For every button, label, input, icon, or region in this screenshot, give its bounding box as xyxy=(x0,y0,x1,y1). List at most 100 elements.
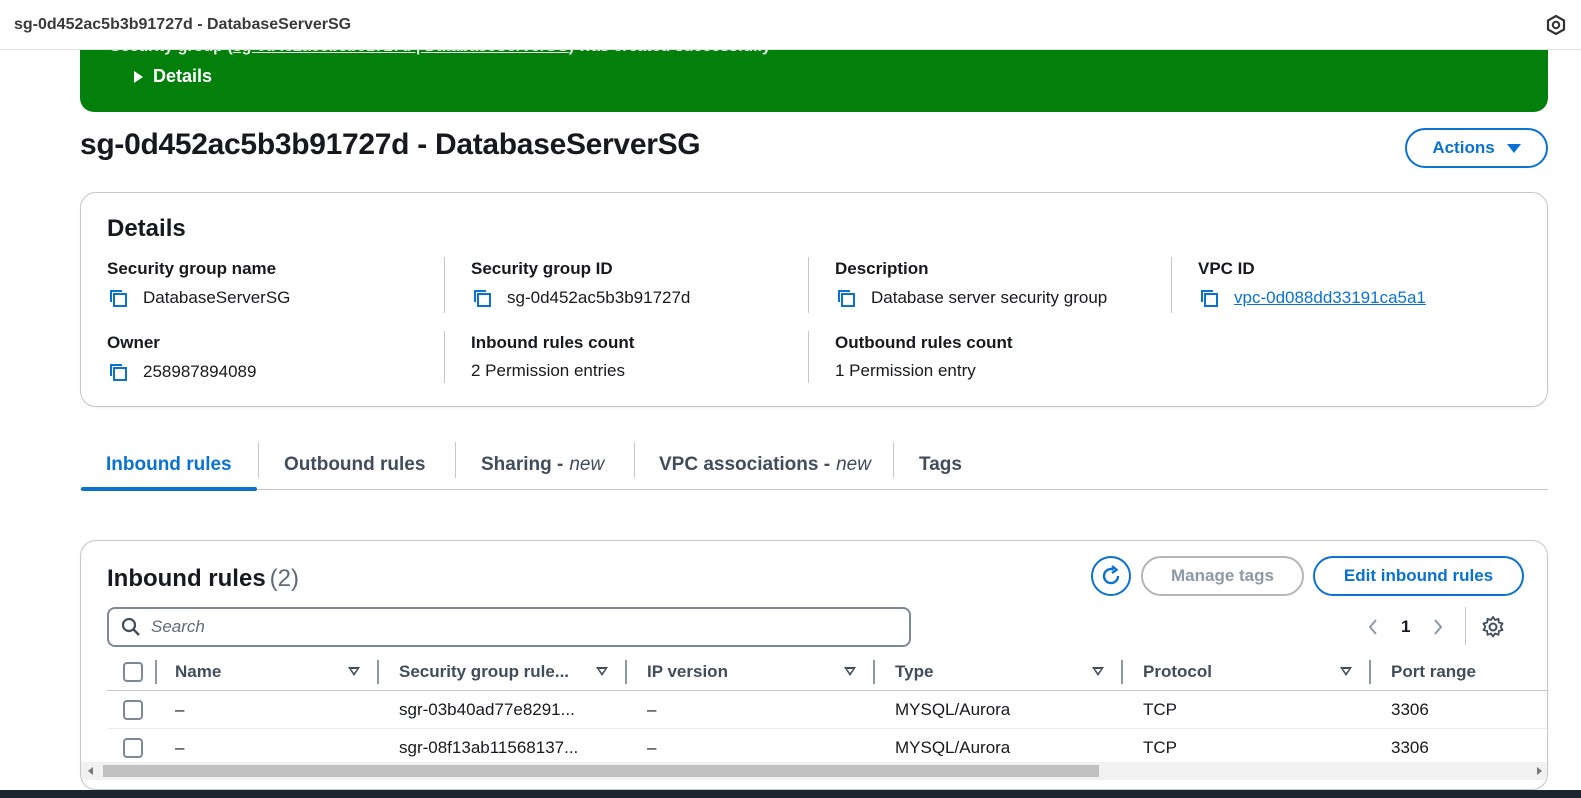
chevron-left-icon[interactable] xyxy=(1367,618,1379,636)
tab-divider xyxy=(455,442,456,478)
window-titlebar: sg-0d452ac5b3b91727d - DatabaseServerSG xyxy=(0,0,1581,50)
horizontal-scrollbar[interactable] xyxy=(81,762,1547,780)
scroll-left-icon[interactable] xyxy=(88,767,93,775)
owner-field: Owner 258987894089 xyxy=(107,333,256,383)
cell-ip-version: – xyxy=(647,700,657,719)
outbound-count-value: 1 Permission entry xyxy=(835,361,976,380)
copy-icon[interactable] xyxy=(1198,287,1220,309)
tab-vpc-associations[interactable]: VPC associations - new xyxy=(659,440,871,489)
cell-name: – xyxy=(175,700,185,719)
column-resizer[interactable] xyxy=(1369,660,1371,684)
tab-label: Inbound rules xyxy=(106,453,232,475)
tab-sharing[interactable]: Sharing - new xyxy=(481,440,604,489)
row-checkbox[interactable] xyxy=(123,700,143,720)
column-resizer[interactable] xyxy=(625,660,627,684)
manage-tags-button[interactable]: Manage tags xyxy=(1141,556,1304,596)
cell-port-range: 3306 xyxy=(1391,700,1429,719)
description-field: Description Database server security gro… xyxy=(835,259,1107,309)
tab-divider xyxy=(258,442,259,478)
tab-label: VPC associations - xyxy=(659,453,831,475)
chevron-right-icon[interactable] xyxy=(1432,618,1444,636)
column-header-port-range[interactable]: Port range xyxy=(1391,653,1476,691)
details-panel: Details Security group name DatabaseServ… xyxy=(80,192,1548,407)
page-title: sg-0d452ac5b3b91727d - DatabaseServerSG xyxy=(80,128,701,161)
inbound-rules-panel: Inbound rules (2) Manage tags Edit inboun… xyxy=(80,540,1548,790)
flash-details-label: Details xyxy=(153,66,213,86)
owner-label: Owner xyxy=(107,333,160,352)
pagination: 1 xyxy=(1367,607,1444,647)
column-divider xyxy=(444,331,445,383)
tab-outbound-rules[interactable]: Outbound rules xyxy=(284,440,425,489)
description-value: Database server security group xyxy=(871,288,1108,307)
vpc-id-field: VPC ID vpc-0d088dd33191ca5a1 xyxy=(1198,259,1426,309)
column-divider xyxy=(808,331,809,383)
details-heading: Details xyxy=(107,215,186,242)
table-header: Name Security group rule... IP version T… xyxy=(107,653,1547,691)
gear-icon[interactable] xyxy=(1481,615,1505,639)
edit-inbound-rules-button[interactable]: Edit inbound rules xyxy=(1313,556,1524,596)
sort-icon[interactable] xyxy=(596,667,608,676)
flash-details-toggle[interactable]: Details xyxy=(134,66,212,87)
tab-divider xyxy=(893,442,894,478)
row-checkbox[interactable] xyxy=(123,738,143,758)
actions-label: Actions xyxy=(1432,138,1495,157)
extension-icon[interactable] xyxy=(1545,14,1567,36)
sg-name-value: DatabaseServerSG xyxy=(143,288,291,307)
cell-protocol: TCP xyxy=(1143,700,1177,719)
column-resizer[interactable] xyxy=(1121,660,1123,684)
caret-down-icon xyxy=(1506,143,1521,153)
search-icon xyxy=(121,617,140,636)
inbound-rules-title: Inbound rules (2) xyxy=(107,565,299,593)
column-header-rule-id[interactable]: Security group rule... xyxy=(399,653,569,691)
column-header-label: IP version xyxy=(647,662,728,681)
tab-divider xyxy=(634,442,635,478)
copy-icon[interactable] xyxy=(107,287,129,309)
sort-icon[interactable] xyxy=(1092,667,1104,676)
column-header-label: Protocol xyxy=(1143,662,1212,681)
sort-icon[interactable] xyxy=(844,667,856,676)
column-resizer[interactable] xyxy=(377,660,379,684)
column-header-name[interactable]: Name xyxy=(175,653,221,691)
current-page[interactable]: 1 xyxy=(1401,617,1410,637)
tab-label: Sharing - xyxy=(481,453,564,475)
column-divider xyxy=(444,257,445,313)
column-resizer[interactable] xyxy=(155,660,157,684)
actions-button[interactable]: Actions xyxy=(1405,128,1548,168)
scroll-right-icon[interactable] xyxy=(1537,767,1542,775)
refresh-button[interactable] xyxy=(1091,556,1131,596)
tab-label: Outbound rules xyxy=(284,453,426,475)
column-resizer[interactable] xyxy=(873,660,875,684)
cell-rule-id: sgr-03b40ad77e8291... xyxy=(399,700,575,719)
tab-inbound-rules[interactable]: Inbound rules xyxy=(81,440,257,491)
sg-name-label: Security group name xyxy=(107,259,277,278)
column-header-protocol[interactable]: Protocol xyxy=(1143,653,1212,691)
select-all-checkbox[interactable] xyxy=(123,662,143,682)
copy-icon[interactable] xyxy=(107,361,129,383)
sort-icon[interactable] xyxy=(1340,667,1352,676)
sg-id-label: Security group ID xyxy=(471,259,613,278)
column-header-label: Name xyxy=(175,662,222,681)
scrollbar-thumb[interactable] xyxy=(103,765,1099,777)
copy-icon[interactable] xyxy=(471,287,493,309)
search-input[interactable] xyxy=(151,617,891,637)
sg-name-field: Security group name DatabaseServerSG xyxy=(107,259,290,309)
copy-icon[interactable] xyxy=(835,287,857,309)
tab-tags[interactable]: Tags xyxy=(919,440,962,489)
inbound-count-field: Inbound rules count 2 Permission entries xyxy=(471,333,634,381)
description-label: Description xyxy=(835,259,929,278)
tab-new-badge: new xyxy=(836,453,871,475)
column-header-ip-version[interactable]: IP version xyxy=(647,653,728,691)
search-field[interactable] xyxy=(107,607,911,647)
window-title: sg-0d452ac5b3b91727d - DatabaseServerSG xyxy=(14,15,352,33)
column-header-type[interactable]: Type xyxy=(895,653,933,691)
column-header-label: Type xyxy=(895,662,934,681)
inbound-rules-title-text: Inbound rules xyxy=(107,565,266,592)
column-divider xyxy=(808,257,809,313)
sort-icon[interactable] xyxy=(348,667,360,676)
inbound-rules-count: (2) xyxy=(269,565,300,592)
vpc-id-link[interactable]: vpc-0d088dd33191ca5a1 xyxy=(1234,288,1426,308)
tab-new-badge: new xyxy=(569,453,605,475)
inbound-count-value: 2 Permission entries xyxy=(471,361,626,380)
column-header-label: Security group rule... xyxy=(399,662,570,681)
table-row[interactable]: – sgr-03b40ad77e8291... – MYSQL/Aurora T… xyxy=(107,691,1547,729)
